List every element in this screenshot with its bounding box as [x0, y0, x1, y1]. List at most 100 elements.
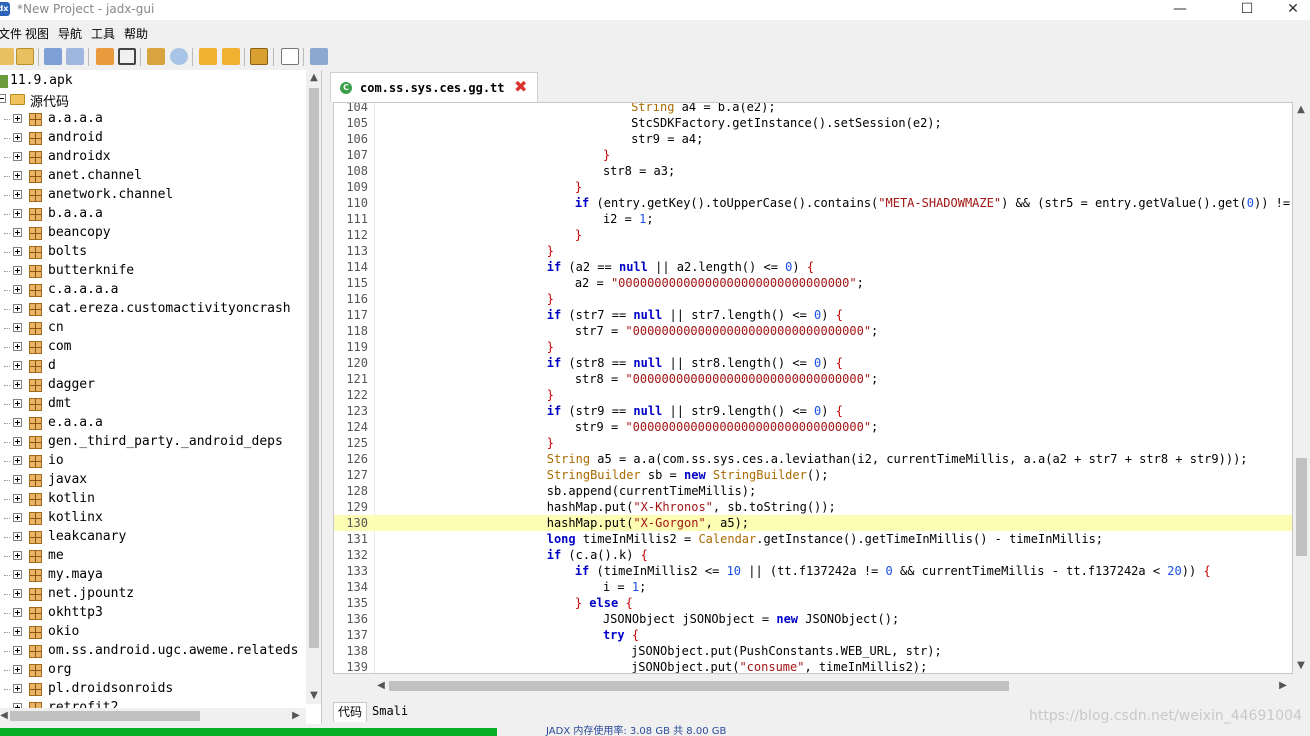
tree-package-item[interactable]: io	[0, 452, 306, 471]
tree-package-item[interactable]: d	[0, 357, 306, 376]
code-line[interactable]: 117 if (str7 == null || str7.length() <= …	[334, 307, 1292, 323]
expand-icon[interactable]	[13, 323, 22, 332]
tree-scroll-thumb[interactable]	[309, 88, 319, 648]
expand-icon[interactable]	[13, 532, 22, 541]
tree-package-item[interactable]: om.ss.android.ugc.aweme.relateds	[0, 642, 306, 661]
code-scroll-up-arrow[interactable]: ▲	[1293, 102, 1309, 118]
tree-package-item[interactable]: c.a.a.a.a	[0, 281, 306, 300]
code-line[interactable]: 123 if (str9 == null || str9.length() <= …	[334, 403, 1292, 419]
code-scroll-down-arrow[interactable]: ▼	[1293, 658, 1309, 674]
expand-icon[interactable]	[13, 247, 22, 256]
expand-icon[interactable]	[13, 437, 22, 446]
close-button[interactable]: ✕	[1270, 0, 1310, 20]
tree-package-item[interactable]: kotlinx	[0, 509, 306, 528]
expand-icon[interactable]	[13, 228, 22, 237]
expand-icon[interactable]	[13, 152, 22, 161]
code-line[interactable]: 105 StcSDKFactory.getInstance().setSessio…	[334, 115, 1292, 131]
tree-package-item[interactable]: kotlin	[0, 490, 306, 509]
tree-root[interactable]: 11.9.apk	[0, 72, 306, 91]
expand-icon[interactable]	[13, 456, 22, 465]
add-file-icon[interactable]	[16, 48, 34, 65]
tree-package-item[interactable]: androidx	[0, 148, 306, 167]
tree-package-item[interactable]: dagger	[0, 376, 306, 395]
expand-icon[interactable]	[13, 190, 22, 199]
expand-icon[interactable]	[13, 589, 22, 598]
expand-icon[interactable]	[13, 380, 22, 389]
code-line[interactable]: 138 jSONObject.put(PushConstants.WEB_URL,…	[334, 643, 1292, 659]
search-icon[interactable]	[147, 48, 165, 65]
code-line[interactable]: 122}	[334, 387, 1292, 403]
expand-icon[interactable]	[13, 551, 22, 560]
expand-icon[interactable]	[13, 114, 22, 123]
code-scroll-thumb[interactable]	[1296, 458, 1307, 556]
tab-code[interactable]: 代码	[333, 702, 368, 722]
expand-icon[interactable]	[13, 171, 22, 180]
scroll-right-arrow[interactable]: ▶	[288, 708, 304, 724]
expand-icon[interactable]	[13, 570, 22, 579]
code-line[interactable]: 128 sb.append(currentTimeMillis);	[334, 483, 1292, 499]
code-line[interactable]: 115 a2 = "0000000000000000000000000000000…	[334, 275, 1292, 291]
expand-icon[interactable]	[13, 627, 22, 636]
save-all-icon[interactable]	[44, 48, 62, 65]
code-scroll-left-arrow[interactable]: ◀	[373, 678, 389, 694]
code-horizontal-scrollbar[interactable]: ◀ ▶	[333, 678, 1293, 694]
code-line[interactable]: 108 str8 = a3;	[334, 163, 1292, 179]
tree-package-item[interactable]: javax	[0, 471, 306, 490]
code-line[interactable]: 125}	[334, 435, 1292, 451]
tree-package-item[interactable]: beancopy	[0, 224, 306, 243]
close-tab-icon[interactable]: ✖	[514, 79, 527, 95]
menu-tools[interactable]: 工具	[91, 25, 115, 42]
expand-icon[interactable]	[13, 684, 22, 693]
code-line[interactable]: 137 try {	[334, 627, 1292, 643]
find-icon[interactable]	[170, 48, 188, 65]
tree-package-item[interactable]: anetwork.channel	[0, 186, 306, 205]
forward-icon[interactable]	[222, 48, 240, 65]
tree-horizontal-scrollbar[interactable]: ◀ ▶	[0, 708, 306, 724]
tab-smali[interactable]: Smali	[368, 702, 412, 722]
code-line[interactable]: 124 str9 = "00000000000000000000000000000…	[334, 419, 1292, 435]
code-line[interactable]: 116}	[334, 291, 1292, 307]
tree-package-item[interactable]: okhttp3	[0, 604, 306, 623]
expand-icon[interactable]	[13, 266, 22, 275]
tree-hscroll-thumb[interactable]	[10, 711, 200, 721]
code-line[interactable]: 127 StringBuilder sb = new StringBuilder(…	[334, 467, 1292, 483]
sync-icon[interactable]	[96, 48, 114, 65]
expand-icon[interactable]	[13, 209, 22, 218]
code-line[interactable]: 132 if (c.a().k) {	[334, 547, 1292, 563]
code-line[interactable]: 133 if (timeInMillis2 <= 10 || (tt.f13724…	[334, 563, 1292, 579]
code-line[interactable]: 135} else {	[334, 595, 1292, 611]
code-view[interactable]: 104 String a4 = b.a(e2); 105 StcSDKFactory.…	[333, 102, 1293, 674]
code-hscroll-thumb[interactable]	[389, 681, 1009, 691]
tree-package-item[interactable]: net.jpountz	[0, 585, 306, 604]
code-line[interactable]: 139 jSONObject.put("consume", timeInMilli…	[334, 659, 1292, 673]
tree-package-item[interactable]: okio	[0, 623, 306, 642]
expand-icon[interactable]	[13, 513, 22, 522]
expand-icon[interactable]	[13, 475, 22, 484]
tree-package-item[interactable]: anet.channel	[0, 167, 306, 186]
expand-icon[interactable]	[13, 665, 22, 674]
tree-package-item[interactable]: dmt	[0, 395, 306, 414]
code-line[interactable]: 114 if (a2 == null || a2.length() <= 0) {	[334, 259, 1292, 275]
code-line[interactable]: 120 if (str8 == null || str8.length() <= …	[334, 355, 1292, 371]
preferences-icon[interactable]	[310, 48, 328, 65]
code-line[interactable]: 104 String a4 = b.a(e2);	[334, 103, 1292, 115]
maximize-button[interactable]: ☐	[1224, 0, 1270, 20]
tree-package-item[interactable]: me	[0, 547, 306, 566]
code-line[interactable]: 112}	[334, 227, 1292, 243]
minimize-button[interactable]: —	[1157, 0, 1203, 20]
code-line[interactable]: 129 hashMap.put("X-Khronos", sb.toString(…	[334, 499, 1292, 515]
menu-navigate[interactable]: 导航	[58, 25, 82, 42]
expand-icon[interactable]	[13, 361, 22, 370]
code-line[interactable]: 130 hashMap.put("X-Gorgon", a5);	[334, 515, 1292, 531]
tree-package-item[interactable]: cat.ereza.customactivityoncrash	[0, 300, 306, 319]
expand-icon[interactable]	[13, 133, 22, 142]
tree-package-item[interactable]: gen._third_party._android_deps	[0, 433, 306, 452]
code-line[interactable]: 121 str8 = "00000000000000000000000000000…	[334, 371, 1292, 387]
code-line[interactable]: 106 str9 = a4;	[334, 131, 1292, 147]
open-icon[interactable]	[0, 48, 14, 65]
expand-icon[interactable]	[13, 342, 22, 351]
flatten-icon[interactable]	[118, 48, 136, 65]
expand-icon[interactable]	[13, 399, 22, 408]
code-line[interactable]: 109}	[334, 179, 1292, 195]
tab-class[interactable]: C com.ss.sys.ces.gg.tt ✖	[330, 72, 538, 102]
